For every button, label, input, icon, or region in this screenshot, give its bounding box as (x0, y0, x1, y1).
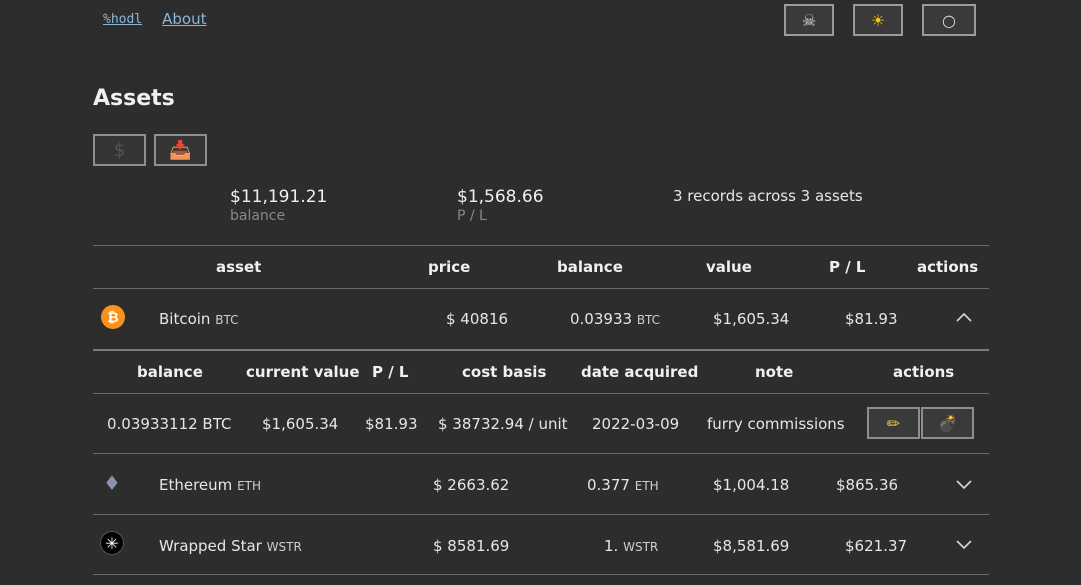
asset-value: $8,581.69 (713, 537, 790, 555)
import-icon: 📥 (169, 139, 192, 161)
header-balance[interactable]: balance (557, 258, 623, 276)
divider (93, 574, 989, 575)
balance-summary: $11,191.21 balance (230, 187, 327, 224)
header-pl[interactable]: P / L (829, 258, 865, 276)
bitcoin-icon: ₿ (101, 305, 125, 329)
divider (93, 514, 989, 515)
edit-record-button[interactable]: ✏ (867, 407, 920, 439)
pl-value: $1,568.66 (457, 187, 544, 207)
page-title: Assets (93, 86, 175, 111)
asset-symbol: WSTR (266, 540, 302, 554)
ethereum-icon: ♦ (103, 471, 121, 495)
divider (93, 453, 989, 454)
balance-label: balance (230, 208, 286, 224)
asset-pl: $865.36 (836, 476, 899, 494)
header-actions: actions (917, 258, 979, 276)
header-asset[interactable]: asset (216, 258, 261, 276)
asset-value: $1,004.18 (713, 476, 790, 494)
asset-symbol: BTC (215, 313, 239, 327)
asset-balance: 0.377 ETH (587, 476, 659, 494)
divider (93, 393, 989, 394)
pencil-icon: ✏ (886, 413, 901, 433)
skull-icon: ☠ (801, 10, 817, 30)
theme-sun-button[interactable]: ☀ (853, 4, 903, 36)
asset-balance: 1. WSTR (604, 537, 659, 555)
asset-pl: $81.93 (845, 310, 898, 328)
pl-label: P / L (457, 208, 487, 224)
asset-pl: $621.37 (845, 537, 908, 555)
records-header-current-value: current value (246, 363, 360, 381)
home-link[interactable]: %hodl (103, 12, 142, 27)
asset-price: $ 2663.62 (433, 476, 510, 494)
header-value[interactable]: value (706, 258, 752, 276)
divider (93, 288, 989, 289)
chevron-up-icon[interactable] (953, 310, 975, 324)
dollar-icon: $ (113, 139, 126, 161)
chevron-down-icon[interactable] (953, 537, 975, 551)
currency-button[interactable]: $ (93, 134, 146, 166)
asset-name: Wrapped Star WSTR (159, 537, 302, 555)
asset-name: Bitcoin BTC (159, 310, 239, 328)
records-header-cost-basis: cost basis (462, 363, 547, 381)
about-link[interactable]: About (162, 10, 206, 28)
records-header-balance: balance (137, 363, 203, 381)
records-header-actions: actions (893, 363, 955, 381)
record-current-value: $1,605.34 (262, 415, 339, 433)
chevron-down-icon[interactable] (953, 477, 975, 491)
records-count: 3 records across 3 assets (673, 187, 863, 205)
top-nav: %hodl About (103, 10, 207, 28)
top-button-group: ☠ ☀ ○ (784, 4, 976, 36)
asset-name: Ethereum ETH (159, 476, 261, 494)
bomb-icon: 💣 (937, 413, 958, 433)
record-date-acquired: 2022-03-09 (592, 415, 680, 433)
delete-record-button[interactable]: 💣 (921, 407, 974, 439)
record-note: furry commissions (707, 415, 845, 433)
record-cost-basis: $ 38732.94 / unit (438, 415, 568, 433)
record-balance: 0.03933112 BTC (107, 415, 232, 433)
star-icon: ✳ (100, 531, 124, 555)
asset-balance: 0.03933 BTC (570, 310, 661, 328)
records-header-date-acquired: date acquired (581, 363, 699, 381)
divider (93, 349, 989, 351)
circle-icon: ○ (942, 10, 956, 30)
header-price[interactable]: price (428, 258, 470, 276)
records-header-pl: P / L (372, 363, 409, 381)
record-pl: $81.93 (365, 415, 418, 433)
circle-button[interactable]: ○ (922, 4, 976, 36)
skull-button[interactable]: ☠ (784, 4, 834, 36)
asset-symbol: ETH (237, 479, 261, 493)
pl-summary: $1,568.66 P / L (457, 187, 544, 224)
asset-price: $ 8581.69 (433, 537, 510, 555)
sun-icon: ☀ (870, 10, 886, 30)
balance-value: $11,191.21 (230, 187, 328, 207)
records-header-note: note (755, 363, 794, 381)
asset-price: $ 40816 (446, 310, 509, 328)
asset-value: $1,605.34 (713, 310, 790, 328)
import-button[interactable]: 📥 (154, 134, 207, 166)
divider (93, 245, 989, 246)
asset-toolbar: $ 📥 (93, 134, 215, 166)
